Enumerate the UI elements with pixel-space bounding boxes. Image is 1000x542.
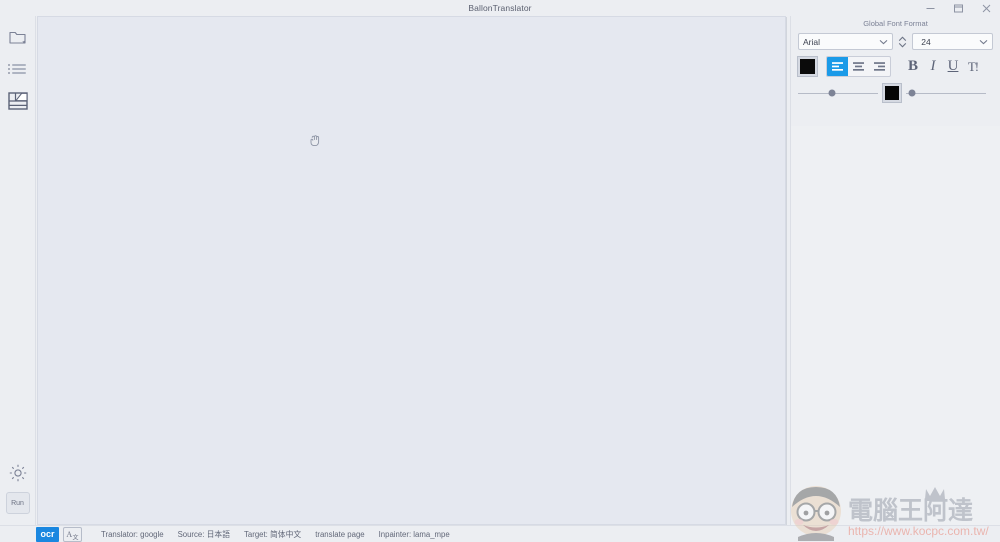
sidebar-item-open-folder[interactable] [5,24,31,50]
canvas-page[interactable] [37,16,786,525]
maximize-icon [953,4,963,12]
underline-button[interactable]: U [944,57,962,77]
status-items: Translator: google Source: 日本語 Target: 简… [94,529,457,540]
close-button[interactable] [972,0,1000,16]
close-icon [982,4,990,12]
font-family-value: Arial [803,36,821,47]
window-title: BallonTranslator [468,3,532,13]
status-bar: ocr A 文 Translator: google Source: 日本語 T… [0,525,1000,542]
list-icon [8,64,26,74]
global-font-format-title: Global Font Format [863,19,928,28]
app-window: BallonTranslator Run Global Font Format … [0,0,1000,542]
chevron-down-icon [979,37,988,47]
font-row: Arial 24 [791,31,1000,50]
alignment-group [826,56,891,77]
bold-button[interactable]: B [904,57,922,77]
font-size-stepper[interactable] [897,33,908,50]
status-source-language[interactable]: Source: 日本語 [171,529,237,540]
slider-row [791,77,1000,102]
gear-icon [9,464,26,482]
left-slider-knob[interactable] [828,89,836,97]
stepper-arrows-icon [899,36,907,47]
italic-button[interactable]: I [924,57,942,77]
sidebar-item-panel-layout[interactable] [5,88,31,114]
status-translator[interactable]: Translator: google [94,530,171,539]
status-target-language[interactable]: Target: 简体中文 [237,529,308,540]
right-panel: Global Font Format Arial 24 B I U T! [790,16,1000,525]
canvas-area[interactable] [36,16,790,525]
layout-panel-icon [7,92,28,110]
align-left-button[interactable] [827,57,848,76]
font-size-value: 24 [921,36,931,47]
open-folder-icon [8,31,26,44]
align-center-button[interactable] [848,57,869,76]
align-left-icon [832,62,843,71]
hand-cursor-icon [310,135,320,147]
stroke-color-swatch[interactable] [883,84,901,102]
grab-hand-cursor [309,133,321,147]
right-slider-knob[interactable] [908,89,916,97]
right-slider-track [906,93,986,94]
chevron-down-icon [879,37,888,47]
minimize-button[interactable] [916,0,944,16]
sidebar-item-settings[interactable] [5,460,31,486]
ocr-toggle[interactable]: ocr [36,526,59,542]
font-family-select[interactable]: Arial [798,33,894,50]
left-sidebar: Run [0,16,36,525]
left-slider[interactable] [798,86,878,100]
sidebar-item-page-list[interactable] [5,56,31,82]
svg-text:A: A [66,530,72,539]
run-button[interactable]: Run [5,492,30,514]
align-right-button[interactable] [869,57,890,76]
right-slider[interactable] [906,86,986,100]
minimize-icon [926,7,934,9]
text-color-swatch[interactable] [798,57,817,76]
window-controls [916,0,1000,16]
right-panel-body [791,126,1000,525]
left-slider-track [798,93,878,94]
stroke-text-button[interactable]: T! [964,57,982,77]
svg-text:文: 文 [73,533,79,540]
title-bar: BallonTranslator [0,0,1000,16]
text-style-group: B I U T! [904,57,982,77]
align-right-icon [874,62,885,71]
maximize-button[interactable] [944,0,972,16]
format-toolbar: B I U T! [791,50,1000,77]
status-translate-page[interactable]: translate page [308,530,371,539]
align-center-icon [853,62,864,71]
status-inpainter[interactable]: Inpainter: lama_mpe [372,530,457,539]
font-size-select[interactable]: 24 [912,33,993,50]
translate-icon: A 文 [66,530,79,540]
translate-toggle[interactable]: A 文 [63,526,82,542]
